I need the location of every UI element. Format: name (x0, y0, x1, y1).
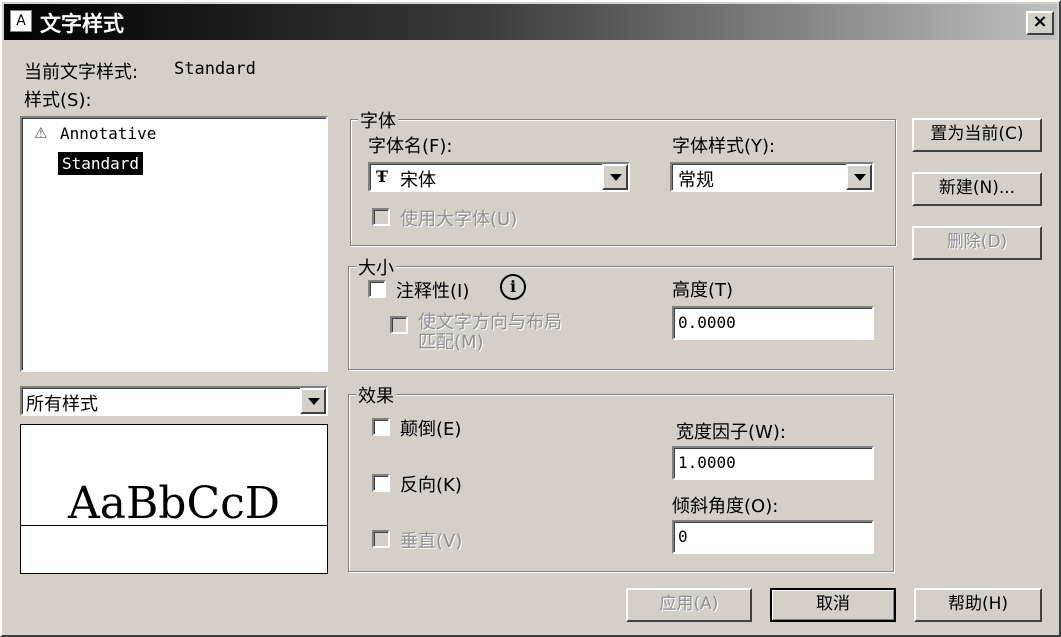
font-name-value: 宋体 (400, 170, 436, 191)
font-style-dropdown[interactable]: 常规 (670, 162, 874, 192)
font-style-label: 字体样式(Y): (672, 136, 776, 157)
match-layout-label: 使文字方向与布局 匹配(M) (418, 313, 562, 353)
match-layout-checkbox[interactable] (390, 316, 408, 334)
effects-group-title: 效果 (356, 382, 396, 408)
chevron-down-icon[interactable] (846, 164, 872, 190)
style-item-standard[interactable]: Standard (58, 152, 144, 175)
font-name-dropdown[interactable]: Ŧ 宋体 (368, 162, 630, 192)
backwards-checkbox[interactable] (372, 474, 390, 492)
set-current-button[interactable]: 置为当前(C) (912, 118, 1042, 152)
styles-list[interactable]: ⚠ Annotative Standard (20, 116, 328, 372)
upside-down-label: 颠倒(E) (400, 419, 462, 440)
match-layout-label-line1: 使文字方向与布局 (418, 312, 562, 333)
delete-button[interactable]: 删除(D) (912, 226, 1042, 260)
width-factor-label: 宽度因子(W): (676, 422, 786, 443)
font-style-value: 常规 (678, 170, 714, 191)
font-group-title: 字体 (358, 107, 398, 133)
bigfont-checkbox[interactable] (372, 208, 390, 226)
app-icon: A (10, 10, 32, 32)
cancel-button[interactable]: 取消 (770, 588, 896, 622)
vertical-checkbox[interactable] (372, 530, 390, 548)
title-bar[interactable]: A 文字样式 × (4, 4, 1057, 40)
upside-down-checkbox[interactable] (372, 418, 390, 436)
height-label: 高度(T) (672, 280, 734, 301)
styles-label: 样式(S): (24, 90, 92, 111)
annotative-icon: ⚠ (34, 124, 48, 142)
style-item-annotative[interactable]: Annotative (60, 124, 156, 143)
style-filter-dropdown[interactable]: 所有样式 (20, 386, 328, 416)
chevron-down-icon[interactable] (602, 164, 628, 190)
height-input[interactable]: 0.0000 (672, 306, 874, 340)
annotative-label: 注释性(I) (396, 281, 470, 302)
new-button[interactable]: 新建(N)... (912, 172, 1042, 206)
bigfont-label: 使用大字体(U) (400, 209, 518, 230)
match-layout-label-line2: 匹配(M) (418, 332, 484, 353)
chevron-down-icon[interactable] (300, 388, 326, 414)
oblique-angle-label: 倾斜角度(O): (672, 496, 779, 517)
text-style-dialog: A 文字样式 × 当前文字样式: Standard 样式(S): ⚠ Annot… (0, 0, 1061, 637)
close-button[interactable]: × (1026, 11, 1054, 35)
current-style-label: 当前文字样式: (24, 62, 139, 83)
info-icon[interactable]: i (500, 274, 526, 300)
current-style-value: Standard (174, 59, 256, 79)
size-group-title: 大小 (356, 254, 396, 280)
oblique-angle-input[interactable]: 0 (672, 520, 874, 554)
window-title: 文字样式 (40, 12, 124, 36)
style-filter-value: 所有样式 (26, 394, 98, 415)
truetype-icon: Ŧ (376, 167, 388, 186)
help-button[interactable]: 帮助(H) (914, 588, 1042, 622)
preview-baseline (21, 525, 327, 526)
vertical-label: 垂直(V) (400, 531, 463, 552)
apply-button[interactable]: 应用(A) (626, 588, 752, 622)
preview-text: AaBbCcD (67, 478, 281, 529)
close-icon: × (1032, 11, 1048, 32)
backwards-label: 反向(K) (400, 475, 462, 496)
font-name-label: 字体名(F): (368, 136, 453, 157)
annotative-checkbox[interactable] (368, 280, 386, 298)
width-factor-input[interactable]: 1.0000 (672, 446, 874, 480)
preview-box: AaBbCcD (20, 424, 328, 574)
